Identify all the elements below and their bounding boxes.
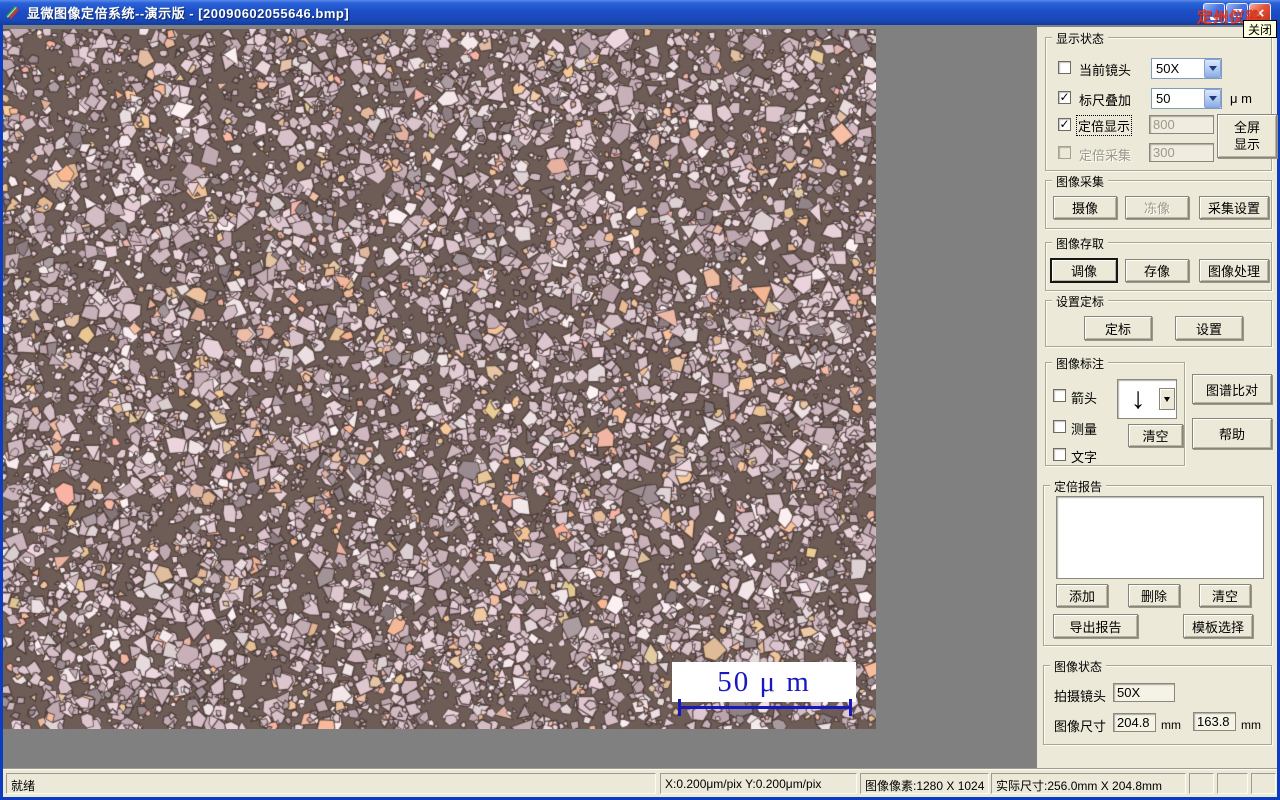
group-report: 定倍报告 添加 删除 清空 导出报告 模板选择 <box>1043 478 1272 646</box>
scale-bar-label-box: 50 μ m <box>672 662 856 702</box>
scale-bar-tick-right <box>849 699 852 716</box>
micrograph-image <box>3 29 876 729</box>
scale-bar-tick-left <box>678 699 681 716</box>
label-measure: 测量 <box>1071 422 1098 437</box>
capture-button[interactable]: 摄像 <box>1053 196 1117 219</box>
label-image-size: 图像尺寸 <box>1054 719 1107 734</box>
label-height-unit: mm <box>1241 718 1261 732</box>
calibrate-button[interactable]: 定标 <box>1084 316 1152 340</box>
app-window: 显微图像定倍系统--演示版 - [20090602055646.bmp] × 定… <box>0 0 1280 800</box>
status-bar: 就绪 X:0.200μm/pix Y:0.200μm/pix 图像像素:1280… <box>3 768 1277 797</box>
combo-current-lens[interactable]: 50X <box>1151 58 1222 79</box>
close-tooltip: 关闭 <box>1243 20 1277 38</box>
label-capture-lens: 拍摄镜头 <box>1054 689 1107 704</box>
status-pixel-scale: X:0.200μm/pix Y:0.200μm/pix <box>660 773 857 794</box>
arrow-style-value: ↓ <box>1130 382 1146 415</box>
label-current-lens: 当前镜头 <box>1079 63 1132 78</box>
status-ready: 就绪 <box>6 773 656 794</box>
checkbox-text[interactable] <box>1053 448 1066 461</box>
combo-scale-value-text: 50 <box>1156 91 1171 106</box>
control-panel: 显示状态 当前镜头 50X ✓ 标尺叠加 50 μ m ✓ 定倍显示 定倍采集 … <box>1037 27 1277 768</box>
status-actual-size: 实际尺寸:256.0mm X 204.8mm <box>991 773 1186 794</box>
app-icon <box>5 4 22 21</box>
minimize-button[interactable] <box>1203 3 1225 23</box>
status-empty-3 <box>1251 773 1276 794</box>
freeze-button: 冻像 <box>1125 196 1189 219</box>
label-scale-overlay: 标尺叠加 <box>1079 93 1132 108</box>
label-scale-unit: μ m <box>1230 91 1252 106</box>
report-clear-button[interactable]: 清空 <box>1199 584 1251 607</box>
export-report-button[interactable]: 导出报告 <box>1053 614 1138 638</box>
checkbox-scale-overlay[interactable]: ✓ <box>1058 91 1071 104</box>
status-image-pixels: 图像像素:1280 X 1024 <box>860 773 989 794</box>
group-annotation-title: 图像标注 <box>1052 355 1109 372</box>
help-button[interactable]: 帮助 <box>1192 418 1272 449</box>
input-fixed-display <box>1149 115 1214 134</box>
checkbox-current-lens[interactable] <box>1058 61 1071 74</box>
group-image-capture: 图像采集 摄像 冻像 采集设置 <box>1045 173 1272 229</box>
check-icon: ✓ <box>1059 89 1070 104</box>
save-image-button[interactable]: 存像 <box>1125 259 1189 282</box>
dropdown-arrow-icon[interactable] <box>1204 59 1221 78</box>
check-icon: ✓ <box>1059 116 1070 131</box>
report-listbox[interactable] <box>1056 496 1264 579</box>
field-image-width: 204.8 <box>1113 713 1156 732</box>
atlas-compare-button[interactable]: 图谱比对 <box>1192 374 1272 404</box>
group-image-storage: 图像存取 调像 存像 图像处理 <box>1045 235 1272 291</box>
label-arrow: 箭头 <box>1071 391 1098 406</box>
label-fixed-display: 定倍显示 <box>1076 115 1133 136</box>
combo-current-lens-value: 50X <box>1156 61 1180 76</box>
label-width-unit: mm <box>1161 718 1181 732</box>
group-image-status: 图像状态 拍摄镜头 50X 图像尺寸 204.8 mm 163.8 mm <box>1043 658 1272 745</box>
field-capture-lens: 50X <box>1113 683 1175 702</box>
template-select-button[interactable]: 模板选择 <box>1183 614 1253 638</box>
group-display-status-title: 显示状态 <box>1052 30 1109 47</box>
group-calibration-title: 设置定标 <box>1052 293 1109 310</box>
capture-settings-button[interactable]: 采集设置 <box>1199 196 1269 219</box>
restore-icon <box>1232 9 1242 17</box>
fullscreen-button[interactable]: 全屏显示 <box>1217 114 1277 158</box>
checkbox-fixed-display[interactable]: ✓ <box>1058 118 1071 131</box>
group-report-title: 定倍报告 <box>1050 478 1107 495</box>
field-image-height: 163.8 <box>1193 712 1236 731</box>
settings-button[interactable]: 设置 <box>1175 316 1243 340</box>
status-empty-2 <box>1217 773 1248 794</box>
scale-bar-text: 50 μ m <box>717 665 811 698</box>
label-fixed-capture: 定倍采集 <box>1079 148 1132 163</box>
status-empty-1 <box>1189 773 1214 794</box>
title-bar: 显微图像定倍系统--演示版 - [20090602055646.bmp] × 定… <box>0 0 1280 26</box>
window-title: 显微图像定倍系统--演示版 - [20090602055646.bmp] <box>27 6 350 21</box>
arrow-style-combo[interactable]: ↓ <box>1117 379 1177 419</box>
checkbox-measure[interactable] <box>1053 420 1066 433</box>
group-image-storage-title: 图像存取 <box>1052 235 1109 252</box>
image-processing-button[interactable]: 图像处理 <box>1199 259 1269 282</box>
report-add-button[interactable]: 添加 <box>1056 584 1108 607</box>
checkbox-arrow[interactable] <box>1053 389 1066 402</box>
input-fixed-capture <box>1149 143 1214 162</box>
group-image-status-title: 图像状态 <box>1050 658 1107 675</box>
dropdown-arrow-icon[interactable] <box>1204 89 1221 108</box>
group-annotation: 图像标注 箭头 ↓ 测量 清空 文字 <box>1045 355 1185 466</box>
clear-annotation-button[interactable]: 清空 <box>1128 424 1183 447</box>
scale-bar-line <box>678 706 852 709</box>
group-image-capture-title: 图像采集 <box>1052 173 1109 190</box>
group-display-status: 显示状态 当前镜头 50X ✓ 标尺叠加 50 μ m ✓ 定倍显示 定倍采集 … <box>1045 30 1277 171</box>
dropdown-arrow-icon[interactable] <box>1159 388 1175 410</box>
checkbox-fixed-capture <box>1058 146 1071 159</box>
combo-scale-value[interactable]: 50 <box>1151 88 1222 109</box>
label-text: 文字 <box>1071 450 1098 465</box>
close-icon: × <box>1255 4 1265 22</box>
minimize-icon <box>1209 16 1219 20</box>
micrograph-viewer[interactable]: 50 μ m <box>3 29 876 729</box>
load-image-button[interactable]: 调像 <box>1050 258 1118 283</box>
report-delete-button[interactable]: 删除 <box>1128 584 1180 607</box>
group-calibration: 设置定标 定标 设置 <box>1045 293 1272 347</box>
